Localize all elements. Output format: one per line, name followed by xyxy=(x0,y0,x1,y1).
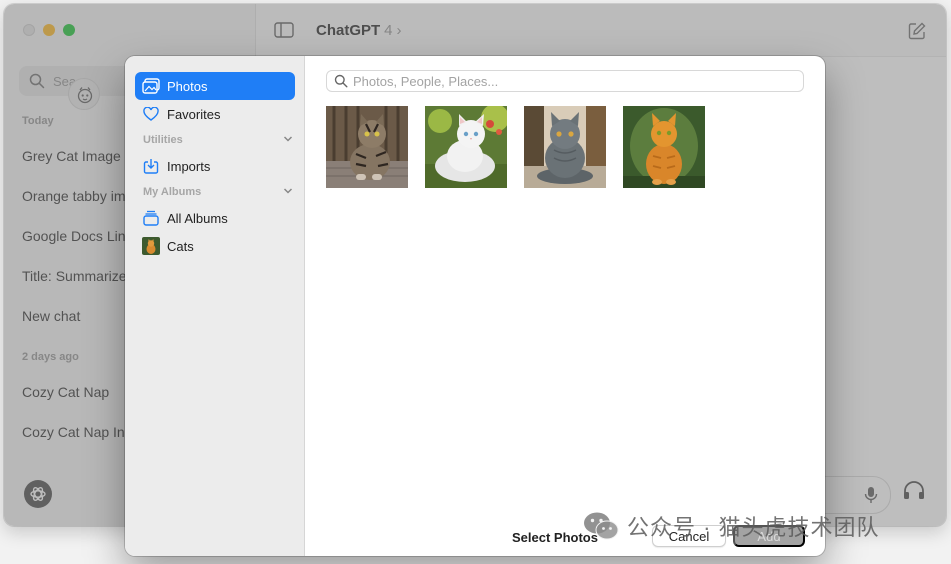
section-my-albums[interactable]: My Albums xyxy=(143,186,293,198)
gpt-avatar-icon[interactable] xyxy=(68,78,100,110)
cancel-button[interactable]: Cancel xyxy=(652,525,726,547)
photos-search-field[interactable] xyxy=(326,70,804,92)
album-thumbnail xyxy=(142,237,160,255)
chat-header: ChatGPT 4 › xyxy=(256,4,946,57)
sidebar-item-cats[interactable]: Cats xyxy=(135,232,295,260)
new-chat-icon[interactable] xyxy=(908,22,926,40)
sidebar-item-label: Cats xyxy=(167,238,194,254)
photos-icon xyxy=(142,77,160,95)
microphone-icon[interactable] xyxy=(864,486,878,504)
albums-icon xyxy=(142,209,160,227)
section-utilities[interactable]: Utilities xyxy=(143,134,293,146)
chat-item[interactable]: Cozy Cat Nap In xyxy=(22,424,126,440)
add-button[interactable]: Add xyxy=(733,525,805,547)
app-title: ChatGPT xyxy=(316,22,381,39)
search-icon xyxy=(29,73,45,89)
heart-icon xyxy=(142,105,160,123)
chat-item[interactable]: Orange tabby im xyxy=(22,188,126,204)
sidebar-item-label: Imports xyxy=(167,158,211,174)
section-label: My Albums xyxy=(143,186,202,198)
headphones-icon[interactable] xyxy=(903,480,925,500)
sidebar-item-photos[interactable]: Photos xyxy=(135,72,295,100)
openai-logo-icon[interactable] xyxy=(24,480,52,508)
photos-picker-dialog: Photos Favorites Utilities Imports My Al… xyxy=(125,56,825,556)
section-today: Today xyxy=(22,115,54,127)
chat-item[interactable]: Google Docs Lin xyxy=(22,228,126,244)
model-selector[interactable]: ChatGPT 4 › xyxy=(316,22,402,39)
window-controls xyxy=(23,24,75,36)
photos-sidebar: Photos Favorites Utilities Imports My Al… xyxy=(125,56,305,556)
import-icon xyxy=(142,157,160,175)
dialog-title: Select Photos xyxy=(512,530,598,545)
chevron-down-icon[interactable] xyxy=(283,134,293,144)
photo-thumbnail-orange-cat[interactable] xyxy=(623,106,705,188)
photos-search-input[interactable] xyxy=(353,73,793,89)
sidebar-item-label: All Albums xyxy=(167,210,228,226)
chat-item[interactable]: New chat xyxy=(22,308,126,324)
photo-thumbnail-tabby-cat[interactable] xyxy=(326,106,408,188)
sidebar-item-label: Favorites xyxy=(167,106,221,122)
model-version: 4 xyxy=(384,22,393,39)
sidebar-item-imports[interactable]: Imports xyxy=(135,152,295,180)
minimize-window-button[interactable] xyxy=(43,24,55,36)
search-icon xyxy=(334,74,348,88)
sidebar-item-all-albums[interactable]: All Albums xyxy=(135,204,295,232)
photo-thumbnail-white-cat[interactable] xyxy=(425,106,507,188)
sidebar-item-label: Photos xyxy=(167,78,208,94)
section-two-days-ago: 2 days ago xyxy=(22,351,79,363)
section-label: Utilities xyxy=(143,134,183,146)
sidebar-item-favorites[interactable]: Favorites xyxy=(135,100,295,128)
sidebar-toggle-icon[interactable] xyxy=(274,22,294,38)
chat-item[interactable]: Title: Summarize xyxy=(22,268,126,284)
chat-item[interactable]: Grey Cat Image xyxy=(22,148,126,164)
photo-thumbnail-grey-cat[interactable] xyxy=(524,106,606,188)
chevron-right-icon: › xyxy=(396,22,402,39)
close-window-button[interactable] xyxy=(23,24,35,36)
chat-item[interactable]: Cozy Cat Nap xyxy=(22,384,126,400)
maximize-window-button[interactable] xyxy=(63,24,75,36)
chevron-down-icon[interactable] xyxy=(283,186,293,196)
